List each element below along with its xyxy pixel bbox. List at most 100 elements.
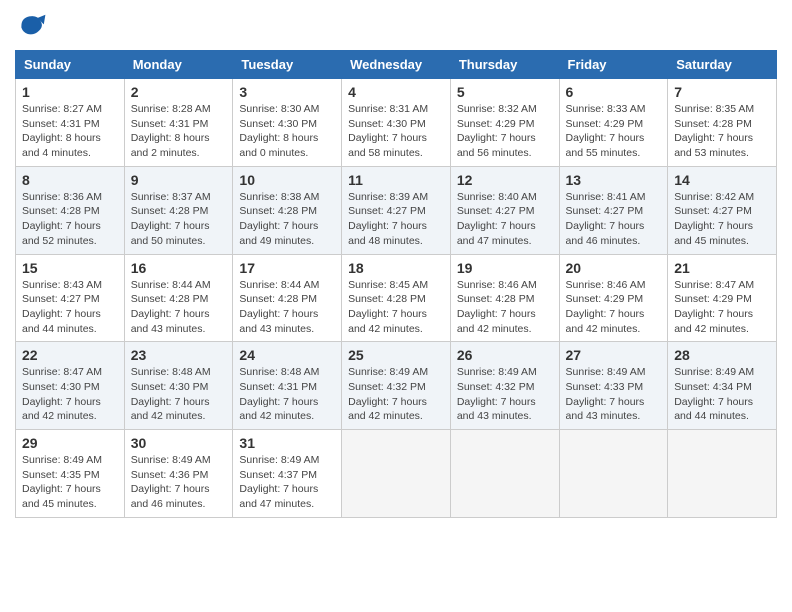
day-number: 10 [239,172,335,188]
day-cell-8: 8Sunrise: 8:36 AMSunset: 4:28 PMDaylight… [16,166,125,254]
day-info: Sunrise: 8:47 AMSunset: 4:29 PMDaylight:… [674,278,770,337]
day-cell-29: 29 Sunrise: 8:49 AMSunset: 4:35 PMDayligh… [16,430,125,518]
week-row-3: 15 Sunrise: 8:43 AMSunset: 4:27 PMDayligh… [16,254,777,342]
day-number: 13 [566,172,662,188]
header-sunday: Sunday [16,51,125,79]
day-info: Sunrise: 8:32 AMSunset: 4:29 PMDaylight:… [457,102,553,161]
page-header [15,10,777,42]
logo [15,10,51,42]
day-cell-9: 9 Sunrise: 8:37 AMSunset: 4:28 PMDaylight… [124,166,233,254]
day-cell-24: 24 Sunrise: 8:48 AMSunset: 4:31 PMDayligh… [233,342,342,430]
week-row-5: 29 Sunrise: 8:49 AMSunset: 4:35 PMDayligh… [16,430,777,518]
day-number: 12 [457,172,553,188]
day-cell-16: 16 Sunrise: 8:44 AMSunset: 4:28 PMDayligh… [124,254,233,342]
day-cell-27: 27 Sunrise: 8:49 AMSunset: 4:33 PMDayligh… [559,342,668,430]
day-info: Sunrise: 8:42 AMSunset: 4:27 PMDaylight:… [674,190,770,249]
day-info: Sunrise: 8:49 AMSunset: 4:35 PMDaylight:… [22,453,118,512]
day-number: 16 [131,260,227,276]
day-number: 7 [674,84,770,100]
day-cell-12: 12 Sunrise: 8:40 AMSunset: 4:27 PMDayligh… [450,166,559,254]
day-info: Sunrise: 8:49 AMSunset: 4:32 PMDaylight:… [457,365,553,424]
day-info: Sunrise: 8:36 AMSunset: 4:28 PMDaylight:… [22,190,118,249]
day-cell-25: 25Sunrise: 8:49 AMSunset: 4:32 PMDayligh… [342,342,451,430]
day-info: Sunrise: 8:49 AMSunset: 4:37 PMDaylight:… [239,453,335,512]
day-number: 9 [131,172,227,188]
day-info: Sunrise: 8:40 AMSunset: 4:27 PMDaylight:… [457,190,553,249]
day-cell-10: 10Sunrise: 8:38 AMSunset: 4:28 PMDayligh… [233,166,342,254]
day-cell-3: 3 Sunrise: 8:30 AMSunset: 4:30 PMDaylight… [233,79,342,167]
day-info: Sunrise: 8:47 AMSunset: 4:30 PMDaylight:… [22,365,118,424]
day-info: Sunrise: 8:49 AMSunset: 4:34 PMDaylight:… [674,365,770,424]
day-cell-1: 1Sunrise: 8:27 AMSunset: 4:31 PMDaylight… [16,79,125,167]
day-info: Sunrise: 8:48 AMSunset: 4:30 PMDaylight:… [131,365,227,424]
header-friday: Friday [559,51,668,79]
calendar-table: SundayMondayTuesdayWednesdayThursdayFrid… [15,50,777,518]
day-cell-21: 21 Sunrise: 8:47 AMSunset: 4:29 PMDayligh… [668,254,777,342]
day-cell-23: 23 Sunrise: 8:48 AMSunset: 4:30 PMDayligh… [124,342,233,430]
day-number: 26 [457,347,553,363]
day-info: Sunrise: 8:37 AMSunset: 4:28 PMDaylight:… [131,190,227,249]
week-row-2: 8Sunrise: 8:36 AMSunset: 4:28 PMDaylight… [16,166,777,254]
day-cell-18: 18 Sunrise: 8:45 AMSunset: 4:28 PMDayligh… [342,254,451,342]
day-number: 17 [239,260,335,276]
day-number: 5 [457,84,553,100]
day-info: Sunrise: 8:44 AMSunset: 4:28 PMDaylight:… [131,278,227,337]
day-cell-4: 4Sunrise: 8:31 AMSunset: 4:30 PMDaylight… [342,79,451,167]
day-info: Sunrise: 8:43 AMSunset: 4:27 PMDaylight:… [22,278,118,337]
day-info: Sunrise: 8:27 AMSunset: 4:31 PMDaylight:… [22,102,118,161]
day-info: Sunrise: 8:28 AMSunset: 4:31 PMDaylight:… [131,102,227,161]
day-cell-31: 31 Sunrise: 8:49 AMSunset: 4:37 PMDayligh… [233,430,342,518]
day-number: 18 [348,260,444,276]
day-cell-5: 5 Sunrise: 8:32 AMSunset: 4:29 PMDaylight… [450,79,559,167]
day-number: 3 [239,84,335,100]
header-monday: Monday [124,51,233,79]
day-info: Sunrise: 8:33 AMSunset: 4:29 PMDaylight:… [566,102,662,161]
day-info: Sunrise: 8:35 AMSunset: 4:28 PMDaylight:… [674,102,770,161]
logo-icon [15,10,47,42]
empty-cell [559,430,668,518]
empty-cell [450,430,559,518]
day-info: Sunrise: 8:45 AMSunset: 4:28 PMDaylight:… [348,278,444,337]
day-cell-30: 30 Sunrise: 8:49 AMSunset: 4:36 PMDayligh… [124,430,233,518]
day-cell-6: 6 Sunrise: 8:33 AMSunset: 4:29 PMDaylight… [559,79,668,167]
day-number: 2 [131,84,227,100]
day-number: 27 [566,347,662,363]
day-number: 23 [131,347,227,363]
day-info: Sunrise: 8:46 AMSunset: 4:28 PMDaylight:… [457,278,553,337]
day-number: 22 [22,347,118,363]
header-thursday: Thursday [450,51,559,79]
day-cell-28: 28 Sunrise: 8:49 AMSunset: 4:34 PMDayligh… [668,342,777,430]
day-number: 31 [239,435,335,451]
day-info: Sunrise: 8:48 AMSunset: 4:31 PMDaylight:… [239,365,335,424]
day-info: Sunrise: 8:49 AMSunset: 4:36 PMDaylight:… [131,453,227,512]
day-info: Sunrise: 8:46 AMSunset: 4:29 PMDaylight:… [566,278,662,337]
week-row-1: 1Sunrise: 8:27 AMSunset: 4:31 PMDaylight… [16,79,777,167]
day-cell-19: 19 Sunrise: 8:46 AMSunset: 4:28 PMDayligh… [450,254,559,342]
day-cell-7: 7 Sunrise: 8:35 AMSunset: 4:28 PMDaylight… [668,79,777,167]
day-cell-26: 26 Sunrise: 8:49 AMSunset: 4:32 PMDayligh… [450,342,559,430]
day-number: 28 [674,347,770,363]
empty-cell [668,430,777,518]
day-number: 30 [131,435,227,451]
calendar-header-row: SundayMondayTuesdayWednesdayThursdayFrid… [16,51,777,79]
day-cell-2: 2 Sunrise: 8:28 AMSunset: 4:31 PMDaylight… [124,79,233,167]
day-number: 14 [674,172,770,188]
day-number: 25 [348,347,444,363]
day-number: 11 [348,172,444,188]
day-number: 15 [22,260,118,276]
day-number: 21 [674,260,770,276]
day-info: Sunrise: 8:30 AMSunset: 4:30 PMDaylight:… [239,102,335,161]
day-info: Sunrise: 8:39 AMSunset: 4:27 PMDaylight:… [348,190,444,249]
header-saturday: Saturday [668,51,777,79]
day-number: 6 [566,84,662,100]
header-wednesday: Wednesday [342,51,451,79]
day-number: 24 [239,347,335,363]
day-cell-11: 11 Sunrise: 8:39 AMSunset: 4:27 PMDayligh… [342,166,451,254]
day-number: 19 [457,260,553,276]
empty-cell [342,430,451,518]
day-number: 29 [22,435,118,451]
day-info: Sunrise: 8:49 AMSunset: 4:33 PMDaylight:… [566,365,662,424]
day-info: Sunrise: 8:41 AMSunset: 4:27 PMDaylight:… [566,190,662,249]
day-info: Sunrise: 8:44 AMSunset: 4:28 PMDaylight:… [239,278,335,337]
day-cell-15: 15 Sunrise: 8:43 AMSunset: 4:27 PMDayligh… [16,254,125,342]
